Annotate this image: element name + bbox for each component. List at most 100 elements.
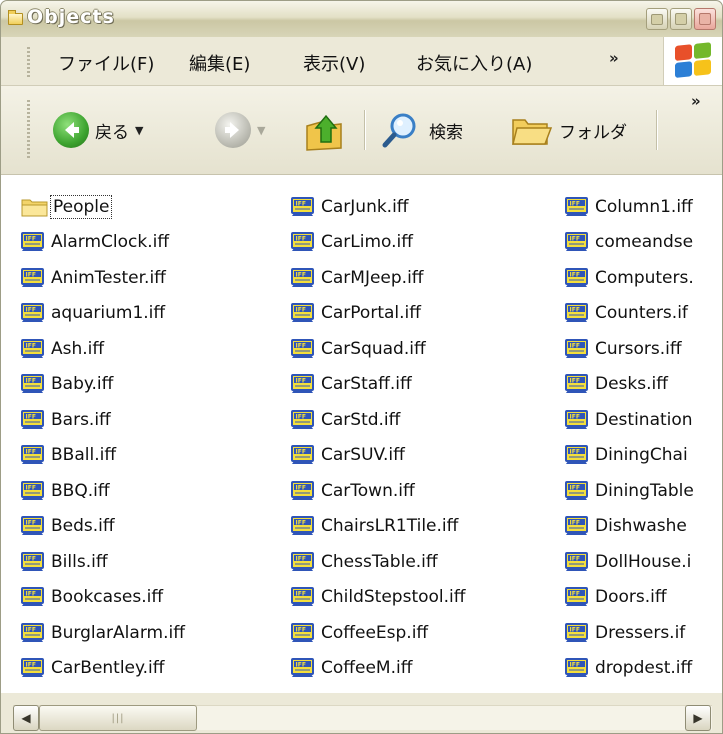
scroll-left-button[interactable]: ◀ bbox=[13, 705, 39, 731]
horizontal-scrollbar[interactable]: ◀ ||| ▶ bbox=[1, 693, 722, 733]
file-column: IFF Column1.iff IFF comeandse IFF Computers. I… bbox=[565, 189, 694, 686]
file-item[interactable]: IFF CarBentley.iff bbox=[21, 651, 185, 687]
iff-file-icon: IFF bbox=[21, 622, 44, 642]
svg-text:IFF: IFF bbox=[570, 555, 580, 562]
file-item[interactable]: IFF Baby.iff bbox=[21, 367, 185, 403]
menu-file[interactable]: ファイル(F) bbox=[58, 50, 154, 76]
scrollbar-thumb[interactable]: ||| bbox=[39, 705, 197, 731]
file-item[interactable]: IFF Counters.if bbox=[565, 296, 694, 332]
toolbar-grip[interactable] bbox=[27, 100, 30, 160]
svg-text:IFF: IFF bbox=[570, 200, 580, 207]
file-item[interactable]: IFF AlarmClock.iff bbox=[21, 225, 185, 261]
file-list[interactable]: People IFF AlarmClock.iff IFF AnimTester.iff… bbox=[1, 175, 722, 693]
file-item[interactable]: IFF DiningChai bbox=[565, 438, 694, 474]
file-name: CarJunk.iff bbox=[321, 196, 409, 217]
forward-button[interactable]: ▼ bbox=[215, 112, 265, 148]
file-item[interactable]: IFF dropdest.iff bbox=[565, 651, 694, 687]
iff-file-icon: IFF bbox=[291, 480, 314, 500]
file-item[interactable]: IFF Bars.iff bbox=[21, 402, 185, 438]
svg-text:IFF: IFF bbox=[296, 662, 306, 669]
iff-file-icon: IFF bbox=[21, 587, 44, 607]
file-item[interactable]: IFF aquarium1.iff bbox=[21, 296, 185, 332]
forward-dropdown-icon[interactable]: ▼ bbox=[257, 124, 265, 137]
svg-text:IFF: IFF bbox=[296, 449, 306, 456]
file-item[interactable]: IFF comeandse bbox=[565, 225, 694, 261]
chevron-left-icon: ◀ bbox=[21, 711, 31, 725]
svg-text:IFF: IFF bbox=[26, 484, 36, 491]
iff-file-icon: IFF bbox=[21, 658, 44, 678]
file-item[interactable]: IFF Desks.iff bbox=[565, 367, 694, 403]
file-item[interactable]: IFF CarStd.iff bbox=[291, 402, 465, 438]
toolbar-separator bbox=[656, 110, 658, 150]
file-item[interactable]: IFF Bookcases.iff bbox=[21, 580, 185, 616]
menu-view[interactable]: 表示(V) bbox=[303, 50, 365, 76]
file-item[interactable]: IFF CoffeeM.iff bbox=[291, 651, 465, 687]
file-item[interactable]: IFF Doors.iff bbox=[565, 580, 694, 616]
back-button[interactable]: 戻る ▼ bbox=[53, 112, 143, 148]
search-button[interactable]: 検索 bbox=[381, 110, 463, 150]
file-item[interactable]: IFF ChairsLR1Tile.iff bbox=[291, 509, 465, 545]
file-item[interactable]: IFF Dressers.if bbox=[565, 615, 694, 651]
folder-item[interactable]: People bbox=[21, 189, 185, 225]
file-name: comeandse bbox=[595, 232, 694, 253]
file-item[interactable]: IFF CarSquad.iff bbox=[291, 331, 465, 367]
file-column: People IFF AlarmClock.iff IFF AnimTester.iff… bbox=[21, 189, 185, 686]
scroll-right-button[interactable]: ▶ bbox=[685, 705, 711, 731]
file-name: CarPortal.iff bbox=[321, 303, 421, 324]
title-bar[interactable]: Objects bbox=[1, 1, 722, 37]
iff-file-icon: IFF bbox=[291, 622, 314, 642]
file-item[interactable]: IFF CarSUV.iff bbox=[291, 438, 465, 474]
back-dropdown-icon[interactable]: ▼ bbox=[135, 124, 143, 137]
file-name: Beds.iff bbox=[51, 516, 115, 537]
file-item[interactable]: IFF CarStaff.iff bbox=[291, 367, 465, 403]
file-item[interactable]: IFF Destination bbox=[565, 402, 694, 438]
minimize-icon bbox=[651, 13, 663, 25]
menu-grip[interactable] bbox=[27, 47, 30, 77]
file-item[interactable]: IFF DiningTable bbox=[565, 473, 694, 509]
file-item[interactable]: IFF Column1.iff bbox=[565, 189, 694, 225]
iff-file-icon: IFF bbox=[291, 445, 314, 465]
file-item[interactable]: IFF CarLimo.iff bbox=[291, 225, 465, 261]
file-item[interactable]: IFF AnimTester.iff bbox=[21, 260, 185, 296]
close-button[interactable] bbox=[694, 8, 716, 30]
iff-file-icon: IFF bbox=[565, 587, 588, 607]
file-item[interactable]: IFF CarMJeep.iff bbox=[291, 260, 465, 296]
menu-favorites[interactable]: お気に入り(A) bbox=[416, 50, 532, 76]
file-name: CarSquad.iff bbox=[321, 338, 426, 359]
file-item[interactable]: IFF BBQ.iff bbox=[21, 473, 185, 509]
file-item[interactable]: IFF CoffeeEsp.iff bbox=[291, 615, 465, 651]
folders-button[interactable]: フォルダ bbox=[509, 112, 627, 148]
iff-file-icon: IFF bbox=[291, 374, 314, 394]
file-item[interactable]: IFF CarTown.iff bbox=[291, 473, 465, 509]
file-item[interactable]: IFF ChildStepstool.iff bbox=[291, 580, 465, 616]
file-item[interactable]: IFF CarPortal.iff bbox=[291, 296, 465, 332]
up-button[interactable] bbox=[301, 108, 347, 154]
svg-text:IFF: IFF bbox=[570, 484, 580, 491]
file-item[interactable]: IFF Computers. bbox=[565, 260, 694, 296]
iff-file-icon: IFF bbox=[565, 267, 588, 287]
caption-buttons bbox=[646, 8, 716, 30]
menu-edit[interactable]: 編集(E) bbox=[189, 50, 250, 76]
file-item[interactable]: IFF BurglarAlarm.iff bbox=[21, 615, 185, 651]
file-name: Cursors.iff bbox=[595, 338, 682, 359]
file-item[interactable]: IFF Dishwashe bbox=[565, 509, 694, 545]
file-item[interactable]: IFF Beds.iff bbox=[21, 509, 185, 545]
minimize-button[interactable] bbox=[646, 8, 668, 30]
file-item[interactable]: IFF BBall.iff bbox=[21, 438, 185, 474]
file-item[interactable]: IFF CarJunk.iff bbox=[291, 189, 465, 225]
iff-file-icon: IFF bbox=[291, 196, 314, 216]
menu-overflow-chevron-icon[interactable]: » bbox=[609, 49, 619, 67]
maximize-button[interactable] bbox=[670, 8, 692, 30]
svg-text:IFF: IFF bbox=[296, 591, 306, 598]
file-item[interactable]: IFF Ash.iff bbox=[21, 331, 185, 367]
file-item[interactable]: IFF Bills.iff bbox=[21, 544, 185, 580]
toolbar-separator bbox=[364, 110, 366, 150]
svg-text:IFF: IFF bbox=[296, 555, 306, 562]
file-item[interactable]: IFF Cursors.iff bbox=[565, 331, 694, 367]
toolbar-overflow-chevron-icon[interactable]: » bbox=[691, 92, 701, 110]
iff-file-icon: IFF bbox=[21, 338, 44, 358]
file-item[interactable]: IFF ChessTable.iff bbox=[291, 544, 465, 580]
file-name: CarSUV.iff bbox=[321, 445, 405, 466]
file-item[interactable]: IFF DollHouse.i bbox=[565, 544, 694, 580]
svg-text:IFF: IFF bbox=[296, 413, 306, 420]
